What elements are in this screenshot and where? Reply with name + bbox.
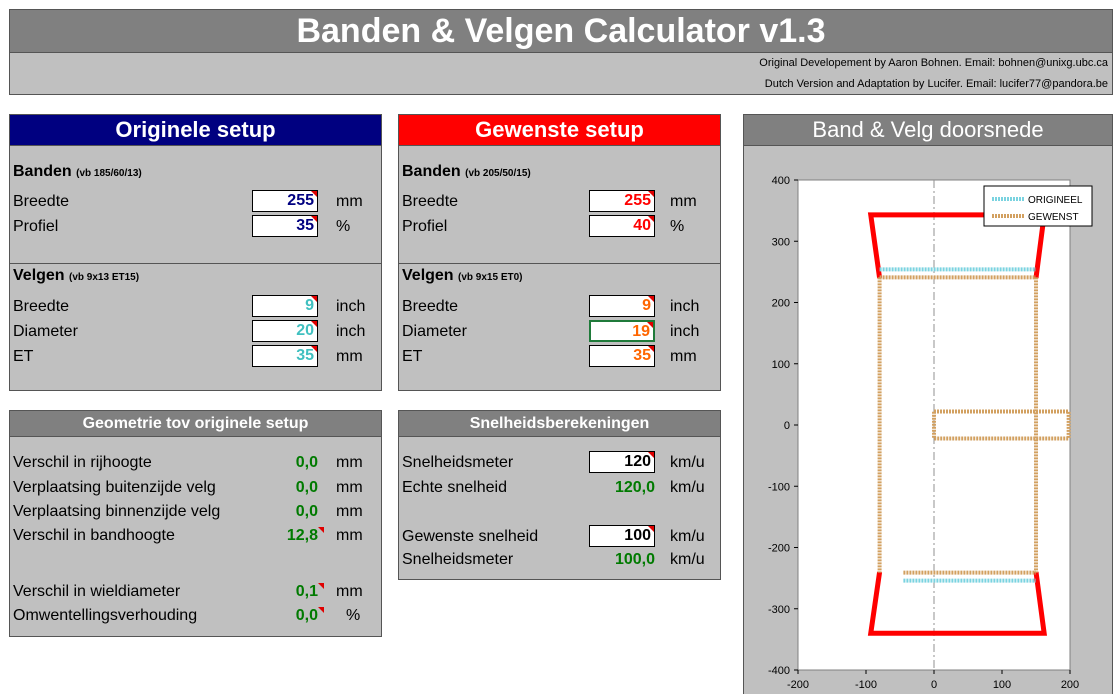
rim-et-label: ET [13,348,34,365]
speedometer-input[interactable]: 120 [589,451,655,473]
geometry-row-label: Verschil in rijhoogte [13,454,152,471]
app-title: Banden & Velgen Calculator v1.3 [9,9,1113,53]
rims-label: Velgen (vb 9x13 ET15) [13,267,140,284]
chart-legend: ORIGINEEL GEWENST [983,185,1093,227]
original-tire-width-input[interactable]: 255 [252,190,318,212]
unit-label: mm [336,583,363,600]
speed-panel: Snelheidsberekeningen Snelheidsmeter 120… [398,410,721,580]
legend-desired: GEWENST [1028,212,1079,223]
geometry-row-value: 0,1 [258,583,324,601]
unit-label: mm [670,348,697,365]
x-tick-label: 0 [931,679,937,691]
geometry-row-label: Verplaatsing buitenzijde velg [13,479,216,496]
original-tire-profile-input[interactable]: 35 [252,215,318,237]
y-tick-label: -400 [768,665,790,677]
desired-rim-diameter-input[interactable]: 19 [589,320,655,342]
geometry-row-label: Verplaatsing binnenzijde velg [13,503,221,520]
speedometer-label: Snelheidsmeter [402,454,514,471]
unit-label: % [670,218,685,235]
desired-speed-label: Gewenste snelheid [402,528,539,545]
legend-original: ORIGINEEL [1028,195,1083,206]
speedometer-result-value: 100,0 [614,551,655,568]
unit-label: inch [670,323,700,340]
real-speed-value: 120,0 [614,479,655,496]
chart-panel: Band & Velg doorsnede 400 300 200 100 0 -100 -… [743,114,1113,694]
geometry-row-label: Verschil in wieldiameter [13,583,181,600]
y-tick-label: 200 [772,298,790,310]
desired-speed-input[interactable]: 100 [589,525,655,547]
unit-label: % [336,218,351,235]
cross-section-chart: 400 300 200 100 0 -100 -200 -300 -400 -200 -100 0 10… [744,146,1112,694]
unit-label: inch [336,298,366,315]
rim-diameter-label: Diameter [13,323,78,340]
y-tick-label: -300 [768,604,790,616]
original-rim-diameter-input[interactable]: 20 [252,320,318,342]
unit-label: mm [336,454,363,471]
unit-label: % [346,607,361,624]
desired-rim-width-input[interactable]: 9 [589,295,655,317]
speed-title: Snelheidsberekeningen [399,411,720,437]
y-tick-label: 100 [772,359,790,371]
unit-label: inch [336,323,366,340]
tires-label: Banden (vb 205/50/15) [402,163,531,180]
credit-line-2: Dutch Version and Adaptation by Lucifer.… [764,78,1108,90]
original-rim-width-input[interactable]: 9 [252,295,318,317]
original-rim-et-input[interactable]: 35 [252,345,318,367]
unit-label: mm [336,348,363,365]
unit-label: mm [336,503,363,520]
x-tick-label: 100 [993,679,1011,691]
unit-label: mm [336,193,363,210]
rims-label: Velgen (vb 9x15 ET0) [402,267,523,284]
rim-width-label: Breedte [402,298,459,315]
original-setup-panel: Originele setup Banden (vb 185/60/13) Br… [9,114,382,391]
tire-profile-label: Profiel [13,218,59,235]
tires-label: Banden (vb 185/60/13) [13,163,142,180]
original-setup-title: Originele setup [10,115,381,145]
tire-width-label: Breedte [402,193,459,210]
tire-width-label: Breedte [13,193,70,210]
unit-label: inch [670,298,700,315]
rim-diameter-label: Diameter [402,323,467,340]
x-tick-label: -100 [855,679,877,691]
credit-line-1: Original Developement by Aaron Bohnen. E… [759,57,1108,69]
geometry-row-value: 0,0 [295,479,318,496]
credits: Original Developement by Aaron Bohnen. E… [9,53,1113,95]
unit-label: km/u [670,454,705,471]
desired-rim-et-input[interactable]: 35 [589,345,655,367]
desired-tire-width-input[interactable]: 255 [589,190,655,212]
geometry-panel: Geometrie tov originele setup Verschil i… [9,410,382,637]
geometry-row-value: 0,0 [258,607,324,625]
tire-profile-label: Profiel [402,218,448,235]
y-tick-label: -100 [768,481,790,493]
x-tick-label: -200 [787,679,809,691]
desired-setup-title: Gewenste setup [399,115,720,145]
unit-label: km/u [670,551,705,568]
speedometer-result-label: Snelheidsmeter [402,551,514,568]
geometry-row-label: Omwentellingsverhouding [13,607,198,624]
chart-title: Band & Velg doorsnede [744,115,1112,145]
y-tick-label: -200 [768,543,790,555]
unit-label: km/u [670,479,705,496]
geometry-row-value: 12,8 [258,527,324,545]
rim-width-label: Breedte [13,298,70,315]
desired-tire-profile-input[interactable]: 40 [589,215,655,237]
y-tick-label: 300 [772,236,790,248]
unit-label: km/u [670,528,705,545]
y-tick-label: 400 [772,175,790,187]
geometry-title: Geometrie tov originele setup [10,411,381,437]
unit-label: mm [336,527,363,544]
geometry-row-label: Verschil in bandhoogte [13,527,175,544]
desired-setup-panel: Gewenste setup Banden (vb 205/50/15) Bre… [398,114,721,391]
geometry-row-value: 0,0 [295,503,318,520]
y-tick-label: 0 [784,420,790,432]
rim-et-label: ET [402,348,423,365]
real-speed-label: Echte snelheid [402,479,507,496]
unit-label: mm [336,479,363,496]
geometry-row-value: 0,0 [295,454,318,471]
unit-label: mm [670,193,697,210]
x-tick-label: 200 [1061,679,1079,691]
